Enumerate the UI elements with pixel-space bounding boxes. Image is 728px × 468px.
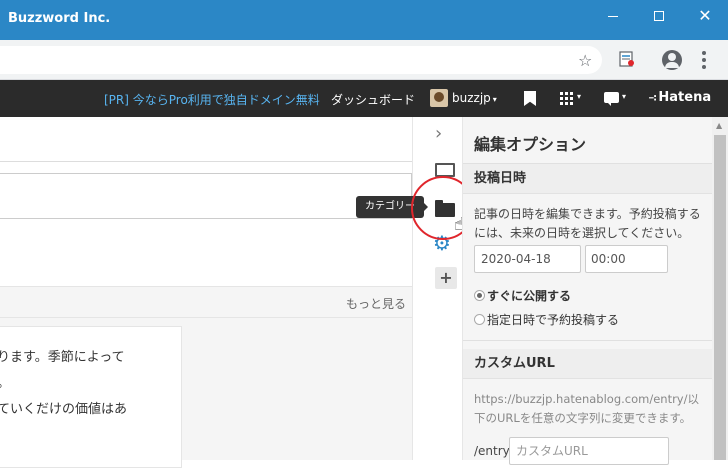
browser-toolbar: ☆ [0,40,728,80]
extension-icon[interactable] [618,50,636,68]
radio-label: すぐに公開する [487,289,572,303]
more-bar: もっと見る [0,286,412,318]
minimize-button[interactable] [590,0,636,32]
browser-menu-icon[interactable] [702,50,706,70]
scroll-thumb[interactable] [714,135,726,460]
title-field-underline [0,161,412,162]
date-input[interactable]: 2020-04-18 [474,245,581,273]
user-menu[interactable]: buzzjp ▾ [452,91,497,105]
more-link[interactable]: もっと見る [346,295,406,312]
image-icon[interactable] [435,163,455,177]
radio-label: 指定日時で予約投稿する [487,313,620,327]
hatena-logo-text: Hatena [658,90,712,105]
custom-url-description: https://buzzjp.hatenablog.com/entry/以下のU… [474,392,699,425]
plus-icon[interactable]: + [435,267,457,289]
username: buzzjp [452,91,491,105]
hatena-mark-icon: ∹ [648,93,657,104]
chevron-right-icon[interactable]: › [435,123,442,144]
editor-input[interactable] [0,173,412,219]
panel-title: 編集オプション [474,135,587,154]
chevron-down-icon: ▾ [492,95,497,104]
maximize-button[interactable] [636,0,682,32]
article-line: ります。季節によって [0,350,125,365]
radio-publish-now[interactable]: すぐに公開する [474,287,571,304]
comment-icon[interactable] [604,92,619,106]
article-line: ていくだけの価値はあ [0,402,128,417]
bookmark-star-icon[interactable]: ☆ [578,51,592,70]
close-icon: ✕ [698,6,712,25]
divider [463,340,713,341]
dashboard-link[interactable]: ダッシュボード [331,91,415,108]
scroll-up-icon[interactable]: ▲ [716,121,722,130]
hatena-nav-bar: [PR] 今ならPro利用で独自ドメイン無料 ダッシュボード buzzjp ▾ ▾… [0,80,728,117]
bookmark-icon[interactable] [524,91,536,106]
post-date-description: 記事の日時を編集できます。予約投稿するには、未来の日時を選択してください。 [474,207,701,240]
window-title: Buzzword Inc. [8,11,111,26]
chevron-down-icon: ▾ [622,92,627,101]
radio-unchecked-icon[interactable] [474,314,485,325]
panel-scrollbar[interactable]: ▲ [712,117,728,460]
article-card[interactable]: ります。季節によって 。 ていくだけの価値はあ [0,326,182,468]
article-line: 。 [0,371,181,397]
edit-options-panel: 編集オプション 投稿日時 記事の日時を編集できます。予約投稿するには、未来の日時… [462,117,713,465]
profile-icon[interactable] [662,50,682,70]
minimize-icon [608,15,618,17]
custom-url-heading: カスタムURL [463,349,713,379]
custom-url-input[interactable]: カスタムURL [509,437,669,465]
radio-scheduled[interactable]: 指定日時で予約投稿する [474,311,619,328]
window-title-bar: Buzzword Inc. ✕ [0,0,728,40]
hatena-logo[interactable]: ∹ Hatena [648,90,711,105]
time-input[interactable]: 00:00 [585,245,668,273]
pr-link[interactable]: [PR] 今ならPro利用で独自ドメイン無料 [104,91,320,108]
apps-grid-icon[interactable] [560,92,573,105]
post-date-heading: 投稿日時 [463,164,713,194]
article-list: ります。季節によって 。 ていくだけの価値はあ [0,318,412,468]
close-button[interactable]: ✕ [682,0,728,32]
address-bar[interactable] [0,46,602,74]
avatar[interactable] [430,89,448,107]
editor-icon-strip: › ⚙ + [412,117,462,460]
chevron-down-icon: ▾ [577,92,582,101]
radio-checked-icon[interactable] [474,290,485,301]
maximize-icon [654,11,664,21]
editor-main: もっと見る ります。季節によって 。 ていくだけの価値はあ [0,117,412,468]
url-prefix: /entry/ [474,444,514,458]
